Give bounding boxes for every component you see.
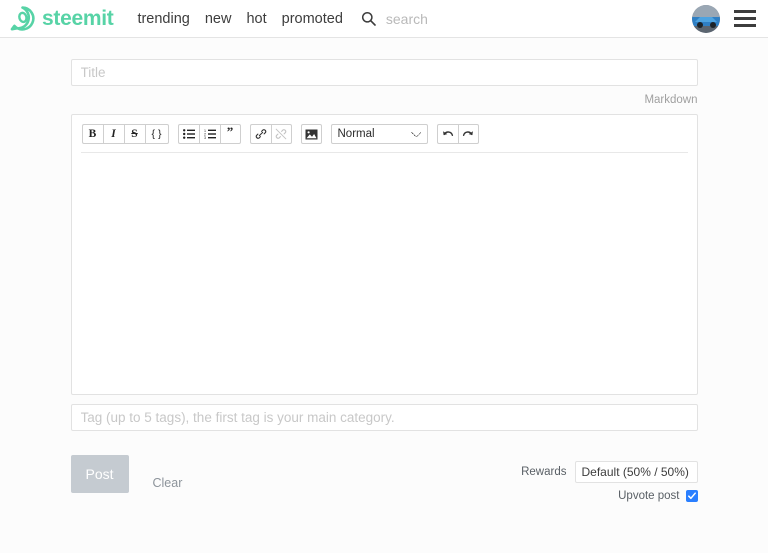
tags-input[interactable] <box>70 404 698 431</box>
bold-button[interactable]: B <box>81 124 103 144</box>
text-style-select[interactable]: Normal <box>330 124 428 144</box>
editor-toolbar: B I S { } 1 2 3 ” Normal <box>72 115 697 144</box>
editor-actions-row: Post Clear Rewards Default (50% / 50%) U… <box>70 455 698 502</box>
nav-link-new[interactable]: new <box>205 11 232 27</box>
markdown-toggle-row: Markdown <box>71 90 697 108</box>
list-group: 1 2 3 ” <box>177 124 241 144</box>
post-editor-form: Markdown B I S { } <box>70 38 698 502</box>
image-group <box>300 124 322 144</box>
post-button[interactable]: Post <box>70 455 129 493</box>
bullet-list-button[interactable] <box>177 124 199 144</box>
editor-body[interactable] <box>72 159 697 394</box>
search-input[interactable] <box>385 10 506 27</box>
site-header: steemit trending new hot promoted <box>0 0 768 38</box>
nav-link-hot[interactable]: hot <box>246 11 266 27</box>
undo-button[interactable] <box>436 124 458 144</box>
link-group <box>249 124 292 144</box>
logo-link[interactable]: steemit <box>10 6 114 31</box>
link-icon <box>255 128 267 140</box>
clear-button[interactable]: Clear <box>153 476 183 490</box>
insert-link-button[interactable] <box>249 124 271 144</box>
insert-image-button[interactable] <box>300 124 322 144</box>
strikethrough-button[interactable]: S <box>123 124 145 144</box>
text-format-group: B I S { } <box>81 124 169 144</box>
hamburger-menu-icon[interactable] <box>734 10 756 27</box>
rewards-select[interactable]: Default (50% / 50%) <box>574 461 698 483</box>
user-avatar[interactable] <box>692 4 720 33</box>
hamburger-bar <box>734 24 756 27</box>
image-icon <box>305 129 318 140</box>
nav-link-trending[interactable]: trending <box>137 11 189 27</box>
upvote-label: Upvote post <box>618 490 680 502</box>
hamburger-bar <box>734 17 756 20</box>
unlink-icon <box>275 128 287 140</box>
upvote-post-checkbox[interactable] <box>685 490 698 502</box>
nav-link-promoted[interactable]: promoted <box>282 11 343 27</box>
search-area <box>361 10 506 27</box>
rewards-label: Rewards <box>521 466 567 478</box>
remove-link-button[interactable] <box>270 124 292 144</box>
redo-button[interactable] <box>457 124 479 144</box>
rich-text-editor: B I S { } 1 2 3 ” Normal <box>70 114 698 395</box>
rewards-area: Rewards Default (50% / 50%) Upvote post <box>521 455 698 502</box>
main-content: Markdown B I S { } <box>0 38 768 553</box>
bullet-list-icon <box>182 129 195 139</box>
italic-button[interactable]: I <box>102 124 124 144</box>
search-icon[interactable] <box>361 11 376 26</box>
upvote-row: Upvote post <box>521 490 698 502</box>
numbered-list-button[interactable]: 1 2 3 <box>198 124 220 144</box>
title-input[interactable] <box>70 59 698 86</box>
undo-arrow-icon <box>442 129 454 140</box>
steemit-logo-icon <box>10 6 35 31</box>
svg-text:3: 3 <box>204 136 206 139</box>
logo-wordmark: steemit <box>42 7 114 30</box>
numbered-list-icon: 1 2 3 <box>204 129 216 139</box>
redo-arrow-icon <box>462 129 474 140</box>
markdown-link[interactable]: Markdown <box>644 94 697 106</box>
rewards-row: Rewards Default (50% / 50%) <box>521 461 698 483</box>
header-right-group <box>692 4 758 33</box>
code-block-button[interactable]: { } <box>144 124 169 144</box>
hamburger-bar <box>734 10 756 13</box>
blockquote-button[interactable]: ” <box>219 124 241 144</box>
history-group <box>436 124 479 144</box>
toolbar-divider <box>80 152 688 153</box>
